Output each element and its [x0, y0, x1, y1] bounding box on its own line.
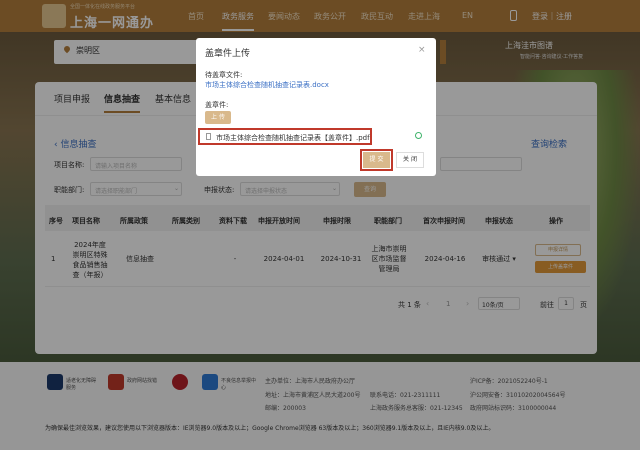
dialog-title: 盖章件上传 [205, 49, 251, 59]
pending-file-label: 待盖章文件: [205, 71, 243, 79]
selected-file-name[interactable]: 市场主体综合检查随机抽查记录表【盖章件】.pdf [216, 133, 370, 143]
close-icon[interactable]: × [418, 45, 426, 55]
upload-button[interactable]: 上 传 [205, 111, 231, 124]
stamped-file-label: 盖章件: [205, 101, 229, 109]
check-circle-icon [415, 132, 422, 139]
pending-file-link[interactable]: 市场主体综合检查随机抽查记录表.docx [205, 80, 329, 90]
close-button[interactable]: 关 闭 [396, 152, 424, 168]
submit-button[interactable]: 提 交 [363, 152, 390, 168]
document-icon [206, 133, 211, 140]
